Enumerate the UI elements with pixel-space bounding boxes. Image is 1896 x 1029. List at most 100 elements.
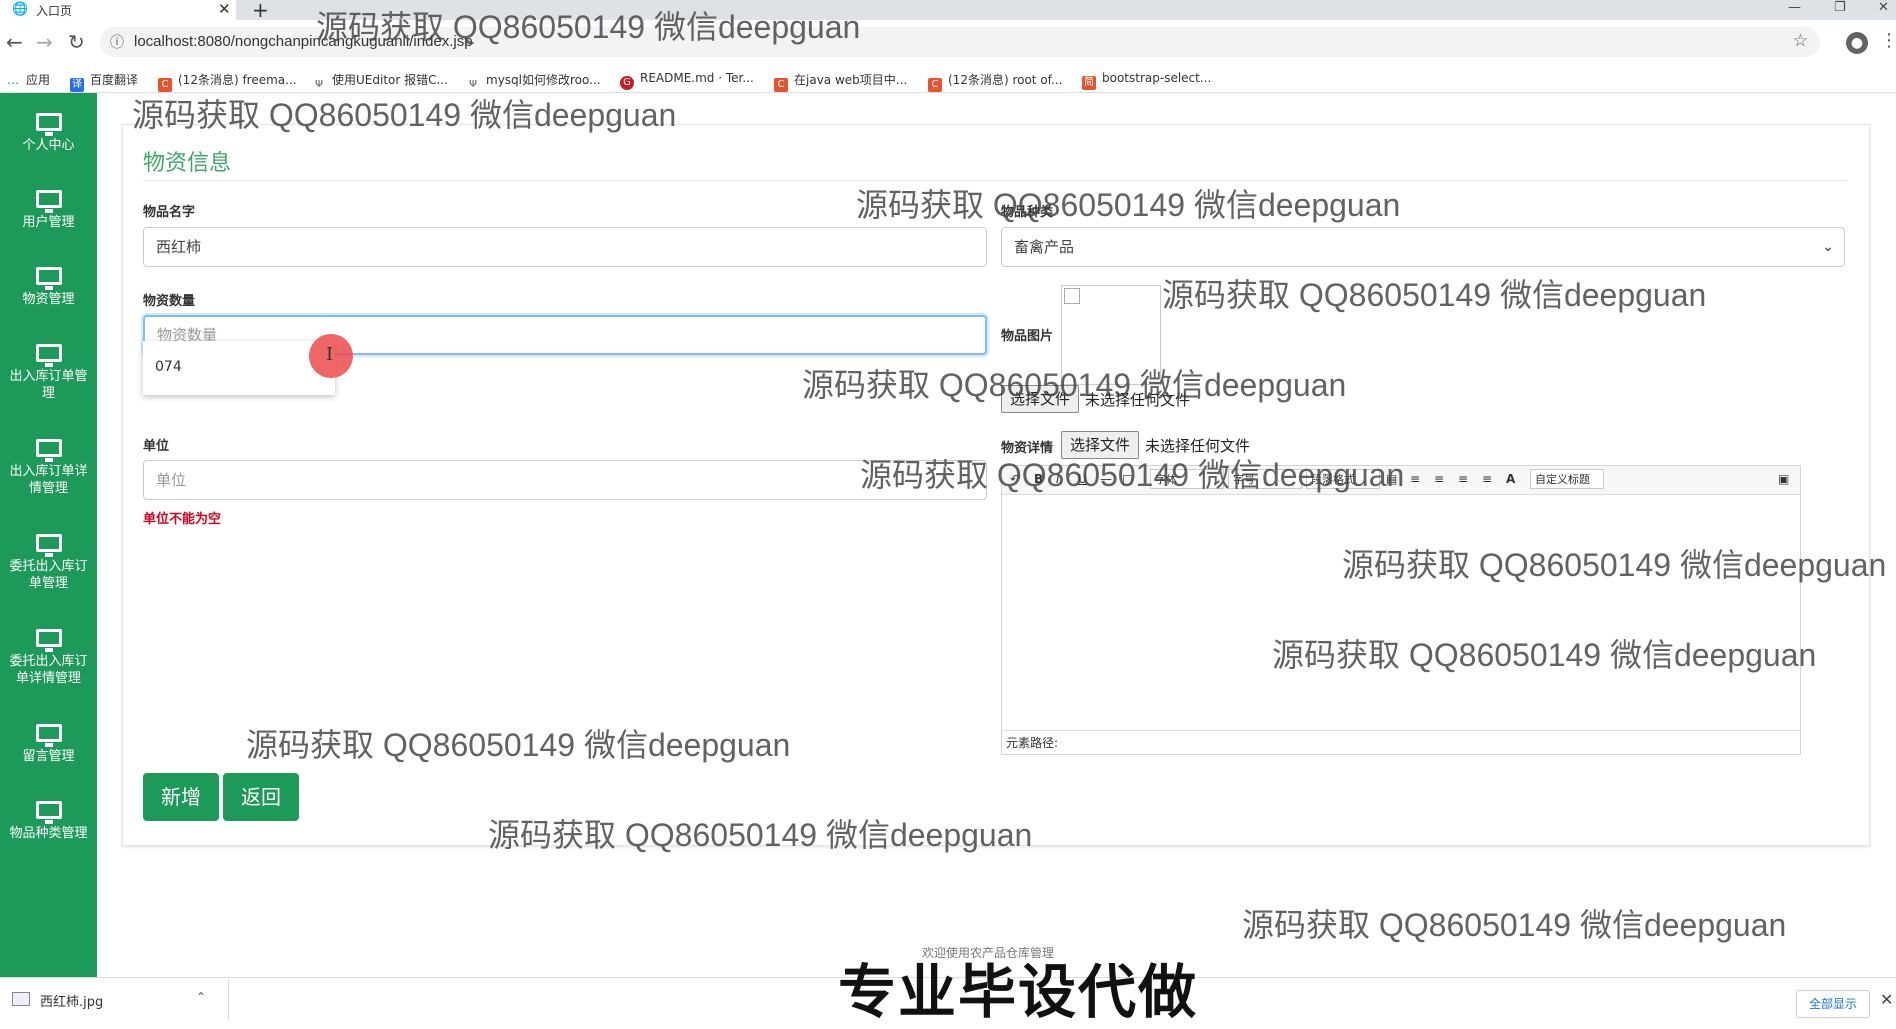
page-title: 物资信息 bbox=[143, 151, 232, 176]
sidebar-item-order-management[interactable]: 出入库订单管 理 bbox=[0, 344, 97, 402]
watermark: 源码获取 QQ86050149 微信deepguan bbox=[1242, 907, 1787, 943]
jianshu-icon: 简 bbox=[1082, 76, 1096, 90]
back-button[interactable]: 返回 bbox=[223, 773, 299, 821]
restore-icon[interactable]: ❐ bbox=[1834, 0, 1846, 15]
unit-placeholder: 单位 bbox=[156, 471, 187, 489]
monitor-icon bbox=[35, 190, 62, 213]
watermark: 源码获取 QQ86050149 微信deepguan bbox=[860, 457, 1405, 493]
sidebar-item-label: 个人中心 bbox=[22, 138, 75, 153]
item-image-label: 物品图片 bbox=[1001, 329, 1054, 344]
text-cursor-icon bbox=[309, 334, 353, 378]
bookmark-baidu-translate[interactable]: 译百度翻译 bbox=[70, 71, 138, 92]
fullscreen-icon[interactable]: ▣ bbox=[1778, 472, 1789, 486]
autocomplete-option[interactable]: 074 bbox=[155, 359, 182, 375]
sidebar-item-entrusted-order-management[interactable]: 委托出入库订 单管理 bbox=[0, 534, 97, 592]
info-icon[interactable]: ⓘ bbox=[110, 32, 124, 52]
watermark: 源码获取 QQ86050149 微信deepguan bbox=[316, 9, 861, 45]
bookmark-readme[interactable]: G README.md · Ter... bbox=[620, 71, 754, 90]
watermark: 源码获取 QQ86050149 微信deepguan bbox=[246, 727, 791, 763]
forward-arrow-icon[interactable]: → bbox=[36, 30, 53, 54]
minimize-icon[interactable]: — bbox=[1788, 0, 1801, 15]
monitor-icon bbox=[35, 439, 62, 462]
show-all-downloads-button[interactable]: 全部显示 bbox=[1796, 990, 1871, 1018]
monitor-icon bbox=[35, 267, 62, 290]
chevron-up-icon[interactable]: ⌃ bbox=[196, 990, 206, 1004]
sidebar-item-label: 用户管理 bbox=[22, 215, 75, 230]
sidebar-item-order-detail-management[interactable]: 出入库订单详 情管理 bbox=[0, 439, 97, 497]
add-button[interactable]: 新增 bbox=[143, 773, 219, 821]
reload-icon[interactable]: ↻ bbox=[68, 30, 85, 54]
watermark: 源码获取 QQ86050149 微信deepguan bbox=[488, 817, 1033, 853]
tab-title: 入口页 bbox=[36, 4, 73, 18]
watermark: 源码获取 QQ86050149 微信deepguan bbox=[856, 187, 1401, 223]
globe-icon: 🌐 bbox=[12, 2, 29, 17]
csdn-icon: C bbox=[928, 78, 942, 92]
watermark: 源码获取 QQ86050149 微信deepguan bbox=[1162, 277, 1707, 313]
sidebar-item-message-management[interactable]: 留言管理 bbox=[0, 724, 97, 765]
rich-text-editor: ↶ B I U — □ 字体 字号 段落格式 ▤ ≡ ≡ ≡ ≡ A 自定义标题… bbox=[1001, 465, 1801, 755]
watermark: 源码获取 QQ86050149 微信deepguan bbox=[1342, 547, 1887, 583]
bookmarks-bar: ⋯ 应用 译百度翻译 C (12条消息) freema... Ψ 使用UEditor … bbox=[0, 66, 1896, 93]
align-right-icon[interactable]: ≡ bbox=[1458, 472, 1468, 486]
sidebar-item-label: 出入库订单详 情管理 bbox=[9, 464, 88, 496]
browser-tab-strip: 🌐 入口页 ✕ + — ❐ ✕ bbox=[0, 0, 1896, 22]
item-name-input[interactable]: 西红柿 bbox=[143, 227, 987, 267]
bookmark-star-icon[interactable]: ☆ bbox=[1793, 31, 1808, 51]
monitor-icon bbox=[35, 724, 62, 747]
font-color-icon[interactable]: A bbox=[1506, 472, 1515, 486]
close-download-bar-icon[interactable]: ✕ bbox=[1880, 990, 1893, 1009]
sidebar: 个人中心 用户管理 物资管理 出入库订单管 理 出入库订单详 情管理 委托出入库… bbox=[0, 93, 97, 977]
image-file-icon bbox=[12, 992, 30, 1006]
custom-title-dropdown[interactable]: 自定义标题 bbox=[1530, 469, 1604, 489]
bookmark-bootstrap-select[interactable]: 简 bootstrap-select... bbox=[1082, 71, 1211, 90]
baidu-translate-icon: 译 bbox=[70, 78, 84, 92]
profile-avatar-icon[interactable]: ● bbox=[1846, 32, 1868, 54]
sidebar-item-label: 留言管理 bbox=[22, 749, 75, 764]
new-tab-icon[interactable]: + bbox=[252, 0, 269, 22]
editor-content-area[interactable] bbox=[1002, 495, 1800, 731]
autocomplete-dropdown: 074 bbox=[143, 341, 335, 395]
sidebar-item-label: 委托出入库订 单管理 bbox=[9, 559, 88, 591]
bookmark-apps[interactable]: ⋯ 应用 bbox=[6, 71, 50, 90]
monitor-icon bbox=[35, 113, 62, 136]
download-item[interactable]: 西红柿.jpg ⌃ bbox=[0, 978, 229, 1021]
align-center-icon[interactable]: ≡ bbox=[1434, 472, 1444, 486]
sidebar-item-material-management[interactable]: 物资管理 bbox=[0, 267, 97, 308]
unit-label: 单位 bbox=[143, 439, 170, 454]
align-left-icon[interactable]: ≡ bbox=[1410, 472, 1420, 486]
bookmark-root[interactable]: C (12条消息) root of... bbox=[928, 71, 1062, 92]
window-close-icon[interactable]: ✕ bbox=[1878, 0, 1889, 15]
download-file-name: 西红柿.jpg bbox=[40, 995, 104, 1010]
address-bar-row: ← → ↻ ⓘ localhost:8080/nongchanpincangku… bbox=[0, 20, 1896, 66]
back-arrow-icon[interactable]: ← bbox=[6, 30, 23, 54]
monitor-icon bbox=[35, 534, 62, 557]
sidebar-item-user-management[interactable]: 用户管理 bbox=[0, 190, 97, 231]
apps-grid-icon: ⋯ bbox=[7, 76, 19, 90]
browser-menu-icon[interactable]: ⋮ bbox=[1880, 30, 1896, 51]
align-justify-icon[interactable]: ≡ bbox=[1482, 472, 1492, 486]
monitor-icon bbox=[35, 344, 62, 367]
editor-element-path: 元素路径: bbox=[1002, 730, 1800, 754]
item-category-select[interactable]: 畜禽产品 ⌄ bbox=[1001, 227, 1845, 267]
close-tab-icon[interactable]: ✕ bbox=[218, 0, 231, 18]
promo-banner-text: 专业毕设代做 bbox=[838, 958, 1199, 1026]
sidebar-item-entrusted-order-detail-management[interactable]: 委托出入库订 单详情管理 bbox=[0, 629, 97, 687]
bookmark-mysql[interactable]: Ψmysql如何修改roo... bbox=[466, 71, 601, 92]
unit-error-message: 单位不能为空 bbox=[143, 512, 222, 527]
watermark: 源码获取 QQ86050149 微信deepguan bbox=[802, 367, 1347, 403]
bookmark-freemarker[interactable]: C (12条消息) freema... bbox=[158, 71, 297, 92]
watermark: 源码获取 QQ86050149 微信deepguan bbox=[132, 97, 677, 133]
item-name-label: 物品名字 bbox=[143, 205, 196, 220]
bookmark-ueditor[interactable]: Ψ 使用UEditor 报错C... bbox=[312, 71, 448, 92]
bookmark-javaweb[interactable]: C 在java web项目中... bbox=[774, 71, 907, 92]
gitee-icon: G bbox=[620, 76, 634, 90]
sidebar-item-personal-center[interactable]: 个人中心 bbox=[0, 113, 97, 154]
monitor-icon bbox=[35, 629, 62, 652]
quantity-label: 物资数量 bbox=[143, 294, 196, 309]
sidebar-item-category-management[interactable]: 物品种类管理 bbox=[0, 801, 97, 842]
chevron-down-icon: ⌄ bbox=[1822, 239, 1834, 255]
monitor-icon bbox=[35, 801, 62, 824]
csdn-icon: C bbox=[774, 78, 788, 92]
browser-tab[interactable]: 🌐 入口页 ✕ bbox=[0, 0, 236, 20]
sidebar-item-label: 物品种类管理 bbox=[9, 826, 88, 841]
